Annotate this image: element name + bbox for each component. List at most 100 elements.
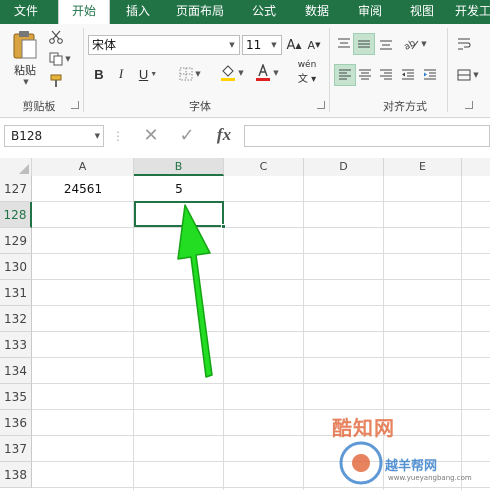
row-gridline xyxy=(32,279,490,280)
underline-button[interactable]: U ▼ xyxy=(134,64,162,84)
row-header-127[interactable]: 127 xyxy=(0,176,32,202)
tab-formulas[interactable]: 公式 xyxy=(242,0,286,24)
cell-a128[interactable] xyxy=(32,204,134,226)
cell-a136[interactable] xyxy=(32,412,134,434)
tab-view[interactable]: 视图 xyxy=(400,0,444,24)
formula-bar-grip-icon[interactable]: ⋮ xyxy=(112,128,124,144)
row-header-138[interactable]: 138 xyxy=(0,462,32,488)
cancel-entry-button[interactable]: ✕ xyxy=(140,124,162,148)
align-left-button[interactable] xyxy=(335,64,355,86)
name-box-value: B128 xyxy=(11,129,43,143)
row-header-137[interactable]: 137 xyxy=(0,436,32,462)
cell-a130[interactable] xyxy=(32,256,134,278)
bold-button[interactable]: B xyxy=(92,64,106,84)
fill-color-button[interactable]: ▼ xyxy=(216,62,248,84)
cell-a134[interactable] xyxy=(32,360,134,382)
chevron-down-icon: ▼ xyxy=(150,70,158,78)
column-header-c[interactable]: C xyxy=(224,158,304,176)
tab-file[interactable]: 文件 xyxy=(4,0,48,24)
bottom-align-button[interactable] xyxy=(376,33,396,55)
font-size-value: 11 xyxy=(246,38,262,52)
top-align-icon xyxy=(338,38,350,48)
clipboard-group-label: 剪贴板 xyxy=(22,100,56,113)
insert-function-button[interactable]: fx xyxy=(210,123,238,147)
cell-a132[interactable] xyxy=(32,308,134,330)
row-header-136[interactable]: 136 xyxy=(0,410,32,436)
column-gridline xyxy=(303,176,304,490)
cell-a137[interactable] xyxy=(32,438,134,460)
align-center-button[interactable] xyxy=(355,64,375,86)
row-header-130[interactable]: 130 xyxy=(0,254,32,280)
wrap-text-button[interactable] xyxy=(452,33,476,55)
green-arrow-annotation xyxy=(177,204,213,378)
row-header-132[interactable]: 132 xyxy=(0,306,32,332)
cell-a133[interactable] xyxy=(32,334,134,356)
format-painter-button[interactable] xyxy=(46,72,66,90)
grow-font-label: A xyxy=(286,37,296,53)
watermark-url: www.yueyangbang.com xyxy=(388,474,472,482)
cell-a138[interactable] xyxy=(32,464,134,486)
grow-font-button[interactable]: A ▲ xyxy=(286,35,302,55)
align-right-icon xyxy=(380,69,392,80)
wrap-text-icon xyxy=(458,38,471,50)
font-size-select[interactable]: 11 ▼ xyxy=(242,35,282,55)
tab-developer[interactable]: 开发工 xyxy=(452,0,490,24)
cell-a129[interactable] xyxy=(32,230,134,252)
cell-b135[interactable] xyxy=(134,386,224,408)
row-header-135[interactable]: 135 xyxy=(0,384,32,410)
ribbon: 粘贴 ▼ ▼ 剪贴板 宋体 ▼ 11 ▼ A ▲ A ▼ B I U ▼ ▼ ▼… xyxy=(0,24,490,118)
row-header-128[interactable]: 128 xyxy=(0,202,32,228)
cell-b138[interactable] xyxy=(134,464,224,486)
formula-input[interactable] xyxy=(244,125,490,147)
align-right-button[interactable] xyxy=(376,64,396,86)
increase-indent-button[interactable] xyxy=(420,64,440,86)
orientation-button[interactable]: ab ▼ xyxy=(400,33,430,55)
tab-page-layout[interactable]: 页面布局 xyxy=(166,0,234,24)
column-header-a[interactable]: A xyxy=(32,158,134,176)
tab-insert[interactable]: 插入 xyxy=(118,0,158,24)
shrink-font-button[interactable]: A ▼ xyxy=(306,35,322,55)
column-header-f[interactable] xyxy=(462,158,490,176)
name-box[interactable]: B128 ▼ xyxy=(4,125,104,147)
cell-a131[interactable] xyxy=(32,282,134,304)
row-header-134[interactable]: 134 xyxy=(0,358,32,384)
row-gridline xyxy=(32,253,490,254)
top-align-button[interactable] xyxy=(334,33,354,55)
middle-align-button[interactable] xyxy=(354,33,374,55)
tab-data[interactable]: 数据 xyxy=(294,0,340,24)
row-header-131[interactable]: 131 xyxy=(0,280,32,306)
clipboard-launcher-icon[interactable] xyxy=(71,101,79,109)
watermark-subtitle: 越羊帮网 xyxy=(385,459,438,474)
chevron-down-icon: ▼ xyxy=(94,132,100,140)
phonetic-guide-button[interactable]: wén 文 ▾ xyxy=(292,60,322,85)
group-divider xyxy=(329,28,330,112)
tab-home[interactable]: 开始 xyxy=(58,0,110,25)
confirm-entry-button[interactable]: ✓ xyxy=(176,124,198,148)
cell-a127[interactable]: 24561 xyxy=(32,178,134,200)
row-header-129[interactable]: 129 xyxy=(0,228,32,254)
watermark-logo-icon xyxy=(339,441,383,485)
cell-b136[interactable] xyxy=(134,412,224,434)
alignment-launcher-icon[interactable] xyxy=(465,101,473,109)
column-header-b[interactable]: B xyxy=(134,158,224,176)
decrease-indent-button[interactable] xyxy=(398,64,418,86)
cell-a135[interactable] xyxy=(32,386,134,408)
copy-button[interactable]: ▼ xyxy=(46,50,74,68)
tab-review[interactable]: 审阅 xyxy=(348,0,392,24)
select-all-corner[interactable] xyxy=(0,158,32,176)
borders-button[interactable]: ▼ xyxy=(174,64,206,84)
font-launcher-icon[interactable] xyxy=(317,101,325,109)
paste-button[interactable]: 粘贴 ▼ xyxy=(8,30,42,86)
cell-b137[interactable] xyxy=(134,438,224,460)
font-color-button[interactable]: ▼ xyxy=(252,62,282,84)
clipboard-icon xyxy=(13,31,37,59)
font-name-select[interactable]: 宋体 ▼ xyxy=(88,35,240,55)
column-header-e[interactable]: E xyxy=(384,158,462,176)
cut-button[interactable] xyxy=(46,28,66,46)
select-all-icon xyxy=(19,164,29,174)
row-gridline xyxy=(32,305,490,306)
merge-center-button[interactable]: ▼ xyxy=(452,64,484,86)
column-header-d[interactable]: D xyxy=(304,158,384,176)
italic-button[interactable]: I xyxy=(114,64,128,84)
row-header-133[interactable]: 133 xyxy=(0,332,32,358)
